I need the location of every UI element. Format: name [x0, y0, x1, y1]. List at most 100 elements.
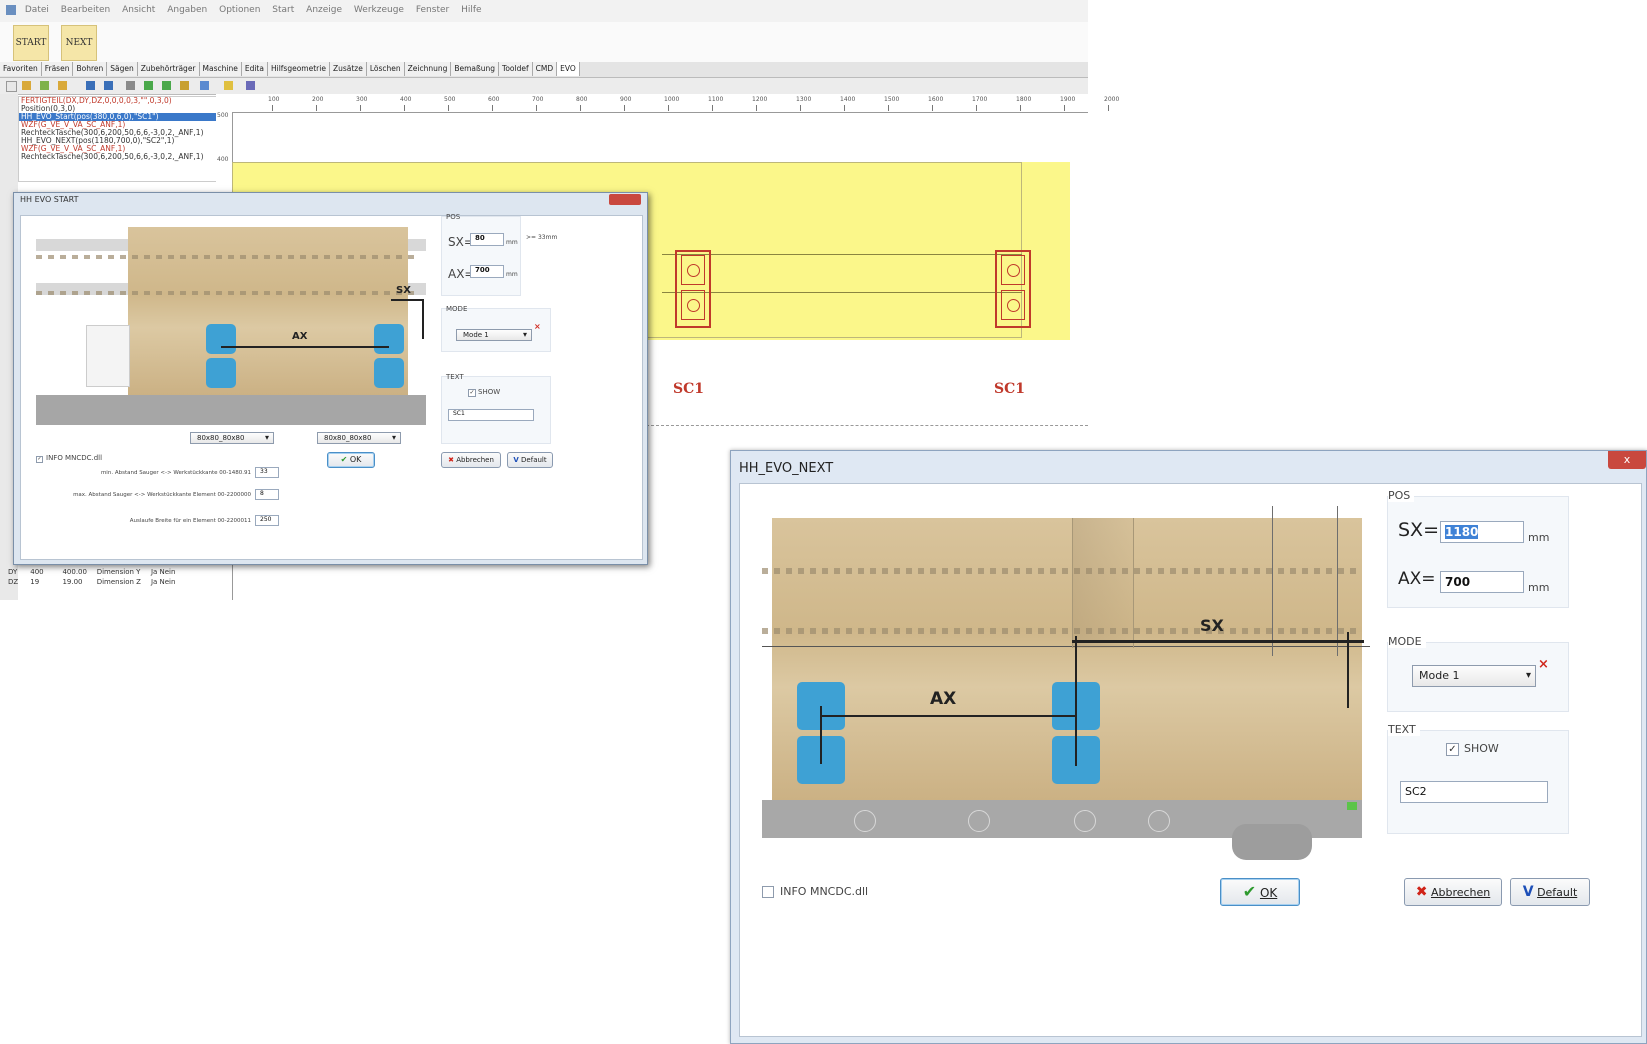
ax-dimension-line [221, 346, 389, 348]
ruler-tick-mark [932, 105, 933, 111]
ruler-tick-mark [668, 105, 669, 111]
text-input[interactable]: SC2 [1400, 781, 1548, 803]
cup-circle [1001, 255, 1025, 285]
suction-cup-marker[interactable] [675, 250, 711, 328]
program-tree[interactable]: FERTIGTEIL(DX,DY,DZ,0,0,0,0,3,"",0,3,0) … [18, 96, 218, 182]
tool-icon[interactable] [180, 81, 189, 90]
chevron-down-icon: ▾ [264, 433, 269, 442]
table-row[interactable]: DZ 19 19.00 Dimension Z Ja Nein [8, 578, 236, 588]
suction-cup-marker[interactable] [995, 250, 1031, 328]
menu-hilfe[interactable]: Hilfe [461, 5, 481, 15]
view-icon[interactable] [200, 81, 209, 90]
sx-input[interactable]: 80 [470, 233, 504, 246]
run-icon[interactable] [144, 81, 153, 90]
tab-saegen[interactable]: Sägen [107, 62, 138, 76]
simulate-icon[interactable] [162, 81, 171, 90]
mode-select[interactable]: Mode 1 ▾ [1412, 665, 1536, 687]
cup-type-select-2[interactable]: 80x80_80x80 ▾ [317, 432, 401, 444]
print-icon[interactable] [126, 81, 135, 90]
ruler-tick: 800 [576, 96, 588, 103]
dialog-body: AX SX 80x80_80x80 ▾ 80x80_80x80 ▾ POS SX= … [20, 213, 643, 560]
tab-evo[interactable]: EVO [557, 62, 580, 76]
cup-type-select-1[interactable]: 80x80_80x80 ▾ [190, 432, 274, 444]
close-button[interactable] [609, 194, 641, 205]
cancel-button[interactable]: ✖ Abbrechen [441, 452, 501, 468]
folder-icon[interactable] [58, 81, 67, 90]
tree-icon[interactable] [40, 81, 49, 90]
sx-dimension-label: SX [1200, 616, 1224, 635]
help-icon[interactable] [224, 81, 233, 90]
tree-item[interactable]: RechteckTasche(300,6,200,50,6,6,-3,0,2,_… [19, 153, 217, 161]
info-checkbox[interactable] [762, 886, 774, 898]
open-folder-icon[interactable] [22, 81, 31, 90]
show-checkbox[interactable]: ✓ [468, 389, 476, 397]
frame-line [1337, 506, 1338, 656]
tab-maschine[interactable]: Maschine [199, 62, 242, 76]
save-as-icon[interactable] [104, 81, 113, 90]
text-input[interactable]: SC1 [448, 409, 534, 421]
mode-group-label: MODE [1388, 635, 1426, 648]
tab-hilfsgeometrie[interactable]: Hilfsgeometrie [267, 62, 330, 76]
menu-fenster[interactable]: Fenster [416, 5, 449, 15]
tab-tooldef[interactable]: Tooldef [499, 62, 533, 76]
settings-icon[interactable] [246, 81, 255, 90]
tab-loeschen[interactable]: Löschen [366, 62, 405, 76]
menu-werkzeuge[interactable]: Werkzeuge [354, 5, 404, 15]
start-button[interactable]: START [13, 25, 49, 61]
tab-zusaetze[interactable]: Zusätze [329, 62, 367, 76]
table-row[interactable]: DY 400 400.00 Dimension Y Ja Nein [8, 568, 236, 578]
default-button[interactable]: V Default [507, 452, 553, 468]
menu-ansicht[interactable]: Ansicht [122, 5, 155, 15]
save-icon[interactable] [86, 81, 95, 90]
ruler-tick-mark [844, 105, 845, 111]
tab-favoriten[interactable]: Favoriten [0, 62, 42, 76]
toolbar [0, 78, 1088, 95]
ok-button[interactable]: ✔ OK [1220, 878, 1300, 906]
tab-cmd[interactable]: CMD [532, 62, 558, 76]
prop-flag: Ja Nein [150, 578, 176, 586]
clear-x-icon[interactable]: × [534, 322, 541, 331]
prop-name: DY [8, 568, 18, 576]
next-button[interactable]: NEXT [61, 25, 97, 61]
mode-select[interactable]: Mode 1 ▾ [456, 329, 532, 341]
ax-input[interactable]: 700 [1440, 571, 1524, 593]
tab-zubehoertraeger[interactable]: Zubehörträger [137, 62, 200, 76]
chevron-down-icon: ▾ [391, 433, 396, 442]
tab-bemassung[interactable]: Bemaßung [451, 62, 500, 76]
machine-illustration: AX SX [762, 506, 1370, 866]
clear-x-icon[interactable]: × [1538, 657, 1549, 672]
tab-edita[interactable]: Edita [241, 62, 268, 76]
param-input[interactable]: 33 [255, 467, 279, 478]
ruler-tick-mark [316, 105, 317, 111]
ax-dimension-line [820, 715, 1076, 717]
menu-optionen[interactable]: Optionen [219, 5, 260, 15]
roller [1148, 810, 1170, 832]
checkmark-icon: ✔ [1242, 882, 1257, 901]
menu-angaben[interactable]: Angaben [167, 5, 207, 15]
param-input[interactable]: 250 [255, 515, 279, 526]
ax-input[interactable]: 700 [470, 265, 504, 278]
ax-label: AX= [1398, 569, 1436, 589]
menu-bearbeiten[interactable]: Bearbeiten [61, 5, 110, 15]
close-button[interactable]: x [1608, 451, 1646, 469]
pos-group-label: POS [1388, 489, 1415, 502]
info-checkbox[interactable]: ✓ [36, 456, 43, 463]
menu-start[interactable]: Start [272, 5, 294, 15]
tab-zeichnung[interactable]: Zeichnung [404, 62, 452, 76]
menu-datei[interactable]: Datei [25, 5, 49, 15]
default-button[interactable]: V Default [1510, 878, 1590, 906]
ruler-tick-mark [580, 105, 581, 111]
cancel-label: Abbrechen [1430, 886, 1491, 899]
ruler-tick: 1500 [884, 96, 900, 103]
ok-button[interactable]: ✔ OK [327, 452, 375, 468]
param-label: Auslaufe Breite für ein Element 00-22000… [129, 518, 251, 524]
tab-fraesen[interactable]: Fräsen [41, 62, 74, 76]
show-checkbox[interactable]: ✓ [1446, 743, 1459, 756]
cancel-button[interactable]: ✖ Abbrechen [1404, 878, 1502, 906]
ruler-tick-mark [712, 105, 713, 111]
tab-bohren[interactable]: Bohren [73, 62, 108, 76]
param-input[interactable]: 8 [255, 489, 279, 500]
new-file-icon[interactable] [6, 81, 17, 92]
menu-anzeige[interactable]: Anzeige [306, 5, 342, 15]
sx-input[interactable]: 1180 [1440, 521, 1524, 543]
